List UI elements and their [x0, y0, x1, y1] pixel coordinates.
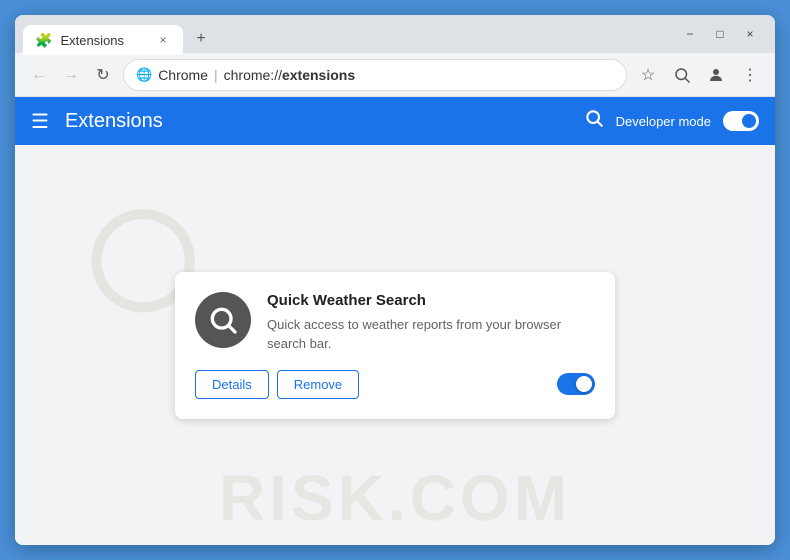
extension-name: Quick Weather Search: [267, 292, 595, 309]
extension-icon: [195, 292, 251, 348]
profile-icon[interactable]: [703, 62, 729, 88]
magnifier-svg: [207, 304, 239, 336]
tab-title: Extensions: [60, 33, 147, 48]
tab-strip: 🧩 Extensions × +: [23, 15, 677, 53]
developer-mode-toggle[interactable]: [723, 111, 759, 131]
close-button[interactable]: ×: [741, 25, 759, 43]
developer-mode-label: Developer mode: [616, 114, 711, 129]
extension-description: Quick access to weather reports from you…: [267, 315, 595, 354]
new-tab-button[interactable]: +: [187, 25, 215, 53]
maximize-button[interactable]: □: [711, 25, 729, 43]
site-icon: 🌐: [136, 67, 152, 83]
back-button[interactable]: ←: [27, 63, 51, 87]
bookmark-icon[interactable]: ☆: [635, 62, 661, 88]
url-separator: |: [214, 67, 218, 83]
chrome-extensions-header: ☰ Extensions Developer mode: [15, 97, 775, 145]
reload-button[interactable]: ↻: [91, 63, 115, 87]
browser-window: 🧩 Extensions × + − □ × ← → ↻ 🌐 Chrome | …: [15, 15, 775, 545]
extension-info: Quick Weather Search Quick access to wea…: [267, 292, 595, 354]
url-domain: Chrome: [158, 67, 208, 83]
tab-extension-icon: 🧩: [35, 32, 52, 49]
forward-button[interactable]: →: [59, 63, 83, 87]
minimize-button[interactable]: −: [681, 25, 699, 43]
address-bar: ← → ↻ 🌐 Chrome | chrome://extensions ☆: [15, 53, 775, 97]
search-icon[interactable]: [584, 108, 604, 134]
window-controls: − □ ×: [681, 25, 767, 43]
menu-dots-icon[interactable]: ⋮: [737, 62, 763, 88]
extension-toggle-knob: [576, 376, 592, 392]
card-bottom: Details Remove: [195, 370, 595, 399]
url-bar[interactable]: 🌐 Chrome | chrome://extensions: [123, 59, 627, 91]
toggle-knob: [742, 114, 756, 128]
hamburger-menu-icon[interactable]: ☰: [31, 109, 49, 134]
extension-enable-toggle[interactable]: [557, 373, 595, 395]
details-button[interactable]: Details: [195, 370, 269, 399]
tab-close-button[interactable]: ×: [155, 32, 171, 48]
address-actions: ☆ ⋮: [635, 62, 763, 88]
card-top: Quick Weather Search Quick access to wea…: [195, 292, 595, 354]
extension-card: Quick Weather Search Quick access to wea…: [175, 272, 615, 419]
url-path: chrome://extensions: [224, 67, 356, 83]
watermark-text: RISK.COM: [219, 461, 571, 535]
url-path-bold: extensions: [282, 67, 355, 83]
title-bar: 🧩 Extensions × + − □ ×: [15, 15, 775, 53]
active-tab[interactable]: 🧩 Extensions ×: [23, 25, 183, 55]
main-content: RISK.COM Quick Weather Search Quick acce…: [15, 145, 775, 545]
header-right: Developer mode: [584, 108, 759, 134]
search-lens-icon[interactable]: [669, 62, 695, 88]
remove-button[interactable]: Remove: [277, 370, 359, 399]
page-title: Extensions: [65, 110, 163, 133]
